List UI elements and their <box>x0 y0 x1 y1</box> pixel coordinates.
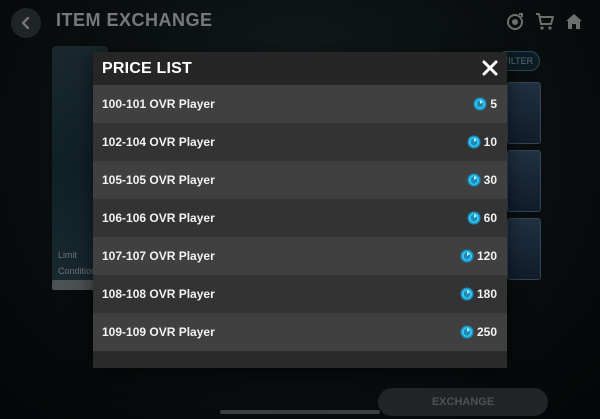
close-button[interactable] <box>482 60 498 76</box>
price-row-label: 102-104 OVR Player <box>102 135 215 149</box>
price-row: 109-109 OVR Player 250 <box>93 313 507 351</box>
price-row: 105-105 OVR Player 30 <box>93 161 507 199</box>
price-row-label: 107-107 OVR Player <box>102 249 215 263</box>
coin-icon <box>460 249 474 263</box>
price-row: 107-107 OVR Player 120 <box>93 237 507 275</box>
price-list-modal: PRICE LIST 100-101 OVR Player 5 102-104 OV… <box>93 52 507 368</box>
coin-icon <box>473 97 487 111</box>
price-amount: 60 <box>467 211 497 225</box>
price-amount: 30 <box>467 173 497 187</box>
price-value: 180 <box>476 287 497 301</box>
price-value: 30 <box>483 173 497 187</box>
price-amount: 250 <box>460 325 497 339</box>
price-row: 100-101 OVR Player 5 <box>93 85 507 123</box>
modal-title: PRICE LIST <box>102 60 193 77</box>
price-row: 108-108 OVR Player 180 <box>93 275 507 313</box>
price-value: 5 <box>490 97 497 111</box>
price-amount: 5 <box>473 97 497 111</box>
price-list: 100-101 OVR Player 5 102-104 OVR Player 10 1… <box>93 85 507 351</box>
price-row-label: 106-106 OVR Player <box>102 211 215 225</box>
price-amount: 120 <box>460 249 497 263</box>
price-amount: 10 <box>467 135 497 149</box>
coin-icon <box>460 325 474 339</box>
close-icon <box>482 60 498 76</box>
price-row: 102-104 OVR Player 10 <box>93 123 507 161</box>
price-row-label: 105-105 OVR Player <box>102 173 215 187</box>
modal-header: PRICE LIST <box>93 52 507 85</box>
coin-icon <box>467 211 481 225</box>
price-row: 106-106 OVR Player 60 <box>93 199 507 237</box>
price-value: 10 <box>483 135 497 149</box>
price-value: 250 <box>476 325 497 339</box>
coin-icon <box>467 135 481 149</box>
price-value: 120 <box>476 249 497 263</box>
price-value: 60 <box>483 211 497 225</box>
coin-icon <box>467 173 481 187</box>
price-row-label: 108-108 OVR Player <box>102 287 215 301</box>
price-amount: 180 <box>460 287 497 301</box>
price-row-label: 100-101 OVR Player <box>102 97 215 111</box>
coin-icon <box>460 287 474 301</box>
price-row-label: 109-109 OVR Player <box>102 325 215 339</box>
